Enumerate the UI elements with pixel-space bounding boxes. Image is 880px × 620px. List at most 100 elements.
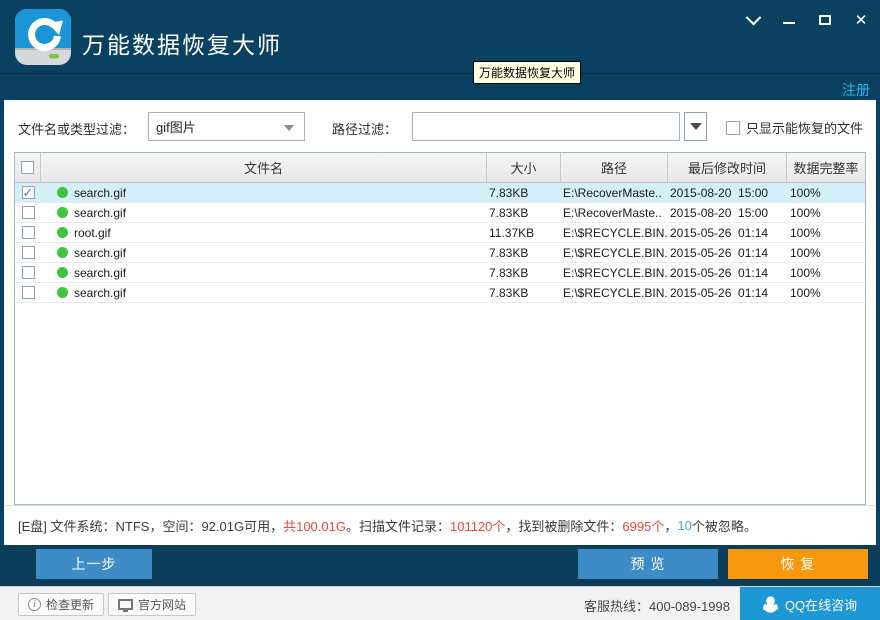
qq-penguin-icon [763,596,778,613]
file-name: search.gif [74,206,126,220]
column-header-modified[interactable]: 最后修改时间 [668,153,787,182]
minimize-icon [783,22,795,24]
back-button[interactable]: 上一步 [36,549,152,579]
file-integrity: 100% [787,243,865,262]
table-row[interactable]: search.gif 7.83KB E:\$RECYCLE.BIN.. 2015… [15,263,865,283]
recoverable-dot-icon [57,287,68,298]
file-path: E:\RecoverMaste.. [561,203,668,222]
type-filter-label: 文件名或类型过滤： [18,119,135,138]
status-text: 个被忽略。 [692,516,757,535]
file-path: E:\RecoverMaste.. [561,183,668,202]
register-link[interactable]: 注册 [842,80,870,100]
window-controls: ✕ [742,6,872,34]
table-row[interactable]: search.gif 7.83KB E:\$RECYCLE.BIN.. 2015… [15,243,865,263]
recoverable-dot-icon [57,227,68,238]
status-text: 。扫描文件记录： [346,516,450,535]
row-checkbox[interactable] [22,286,35,299]
path-filter-dropdown-button[interactable] [684,112,707,141]
file-modified: 2015-08-20 15:00 [668,183,787,202]
file-integrity: 100% [787,283,865,302]
type-filter-value: gif图片 [156,117,196,136]
file-name: search.gif [74,286,126,300]
recoverable-dot-icon [57,187,68,198]
file-integrity: 100% [787,203,865,222]
app-logo-icon [14,8,72,66]
file-path: E:\$RECYCLE.BIN.. [561,283,668,302]
maximize-icon [819,15,831,25]
file-name: root.gif [74,226,111,240]
file-name: search.gif [74,186,126,200]
table-header: 文件名 大小 路径 最后修改时间 数据完整率 [15,153,865,183]
file-size: 7.83KB [487,183,561,202]
column-header-integrity[interactable]: 数据完整率 [787,153,865,182]
maximize-button[interactable] [814,9,836,31]
close-icon: ✕ [855,11,868,29]
titlebar-divider [0,73,880,74]
file-modified: 2015-05-26 01:14 [668,263,787,282]
file-size: 7.83KB [487,203,561,222]
select-all-checkbox[interactable] [21,161,34,174]
path-filter-input[interactable] [412,112,680,141]
file-size: 11.37KB [487,223,561,242]
table-row[interactable]: search.gif 7.83KB E:\RecoverMaste.. 2015… [15,183,865,203]
file-size: 7.83KB [487,263,561,282]
type-filter-dropdown[interactable]: gif图片 [148,112,305,141]
file-modified: 2015-05-26 01:14 [668,283,787,302]
monitor-icon [118,599,133,610]
status-text: ，找到被删除文件： [505,516,622,535]
recoverable-dot-icon [57,247,68,258]
file-integrity: 100% [787,263,865,282]
hotline-text: 客服热线：400-089-1998 [584,596,730,615]
minimize-button[interactable] [778,9,800,31]
close-button[interactable]: ✕ [850,9,872,31]
recoverable-filter-checkbox-group[interactable]: 只显示能恢复的文件 [726,118,863,137]
row-checkbox[interactable] [22,266,35,279]
recover-button[interactable]: 恢 复 [728,549,868,579]
status-text: ， [664,516,677,535]
row-checkbox[interactable] [22,206,35,219]
check-update-button[interactable]: i 检查更新 [18,593,104,616]
column-header-size[interactable]: 大小 [487,153,561,182]
status-text: [E盘] 文件系统：NTFS，空间：92.01G可用， [18,516,283,535]
table-row[interactable]: search.gif 7.83KB E:\RecoverMaste.. 2015… [15,203,865,223]
footer-bar: i 检查更新 官方网站 客服热线：400-089-1998 QQ在线咨询 [0,586,880,620]
table-row[interactable]: root.gif 11.37KB E:\$RECYCLE.BIN.. 2015-… [15,223,865,243]
official-site-button[interactable]: 官方网站 [108,593,196,616]
filter-bar: 文件名或类型过滤： gif图片 路径过滤： 只显示能恢复的文件 [4,100,876,152]
row-checkbox[interactable] [22,246,35,259]
file-name: search.gif [74,246,126,260]
file-table: 文件名 大小 路径 最后修改时间 数据完整率 search.gif 7.83KB… [14,152,866,505]
file-path: E:\$RECYCLE.BIN.. [561,243,668,262]
row-checkbox[interactable] [22,186,35,199]
table-row[interactable]: search.gif 7.83KB E:\$RECYCLE.BIN.. 2015… [15,283,865,303]
check-update-label: 检查更新 [46,596,94,613]
info-icon: i [28,598,41,611]
select-all-header[interactable] [15,153,41,182]
file-path: E:\$RECYCLE.BIN.. [561,223,668,242]
status-total-space: 共100.01G [283,516,346,535]
file-modified: 2015-05-26 01:14 [668,223,787,242]
recoverable-filter-checkbox[interactable] [726,121,740,135]
file-size: 7.83KB [487,283,561,302]
tooltip: 万能数据恢复大师 [473,61,581,84]
dropdown-arrow-icon [284,125,294,131]
preview-button[interactable]: 预 览 [578,549,718,579]
file-integrity: 100% [787,183,865,202]
recoverable-filter-label: 只显示能恢复的文件 [746,118,863,137]
status-scanned-count: 101120个 [450,516,505,535]
qq-support-button[interactable]: QQ在线咨询 [740,587,880,620]
recoverable-dot-icon [57,267,68,278]
status-deleted-count: 6995个 [622,516,664,535]
recoverable-dot-icon [57,207,68,218]
row-checkbox[interactable] [22,226,35,239]
title-bar: 万能数据恢复大师 ✕ 万能数据恢复大师 注册 [0,0,880,100]
column-header-name[interactable]: 文件名 [41,153,487,182]
file-name: search.gif [74,266,126,280]
column-header-path[interactable]: 路径 [561,153,668,182]
action-strip: 上一步 预 览 恢 复 [0,545,880,586]
file-modified: 2015-08-20 15:00 [668,203,787,222]
app-title: 万能数据恢复大师 [82,26,282,60]
chevron-down-icon [745,9,761,25]
menu-chevron-button[interactable] [742,9,764,31]
qq-support-label: QQ在线咨询 [785,595,857,614]
